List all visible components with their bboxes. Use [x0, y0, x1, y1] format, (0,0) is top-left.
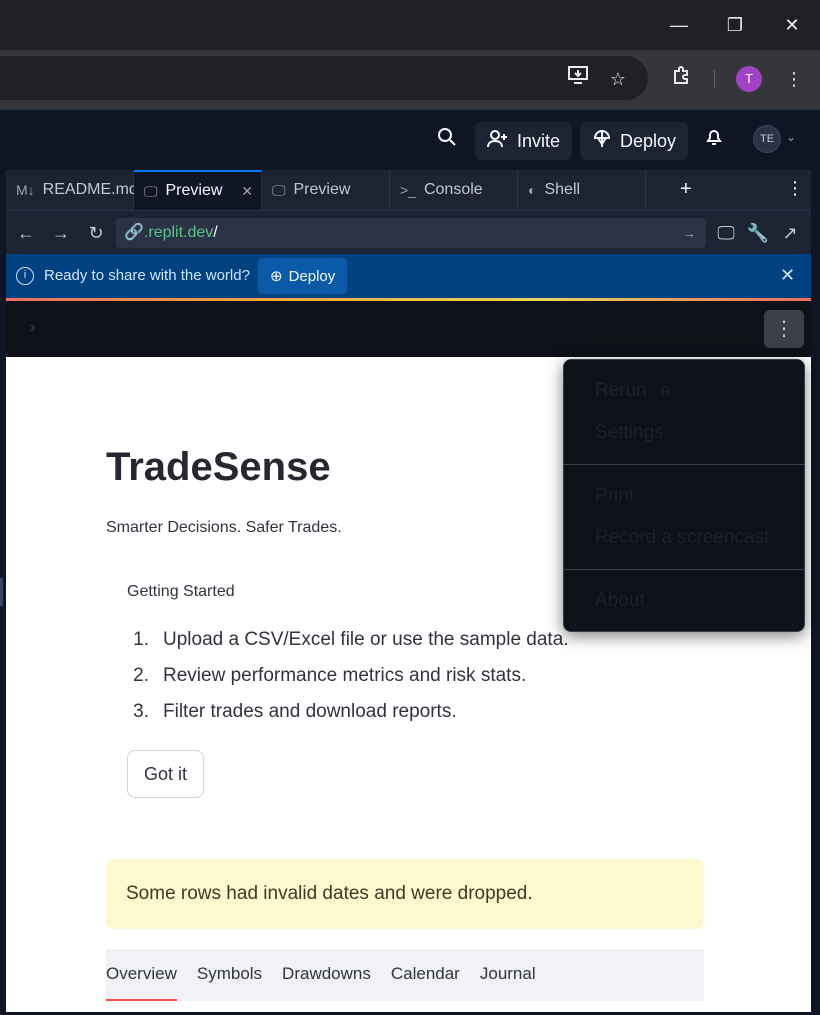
menu-item-rerun[interactable]: Rerun R	[595, 380, 671, 402]
minimize-button[interactable]: —	[664, 10, 694, 40]
page-subtitle: Smarter Decisions. Safer Trades.	[106, 519, 342, 536]
close-window-button[interactable]: ✕	[777, 10, 807, 40]
extensions-icon[interactable]	[668, 65, 696, 93]
banner-message: Ready to share with the world?	[44, 267, 250, 284]
tab-calendar[interactable]: Calendar	[391, 949, 460, 1001]
devices-icon[interactable]: 🖵	[712, 219, 740, 247]
forward-icon[interactable]: →	[47, 219, 75, 247]
workspace-tabs: M↓ README.md 🖵 Preview ✕ 🖵 Preview >_ Co…	[6, 170, 811, 210]
banner-deploy-button[interactable]: ⊕ Deploy	[258, 258, 348, 294]
warning-alert: Some rows had invalid dates and were dro…	[106, 859, 704, 929]
shell-icon: ◐	[528, 182, 537, 198]
menu-item-settings[interactable]: Settings	[595, 422, 664, 444]
shortcut-key: R	[660, 383, 671, 399]
toolbar-divider	[714, 70, 715, 88]
menu-item-print[interactable]: Print	[595, 485, 634, 507]
steps-list: 1. Upload a CSV/Excel file or use the sam…	[127, 629, 569, 737]
deploy-button[interactable]: Deploy	[580, 122, 689, 160]
deploy-banner: i Ready to share with the world? ⊕ Deplo…	[6, 254, 811, 298]
resize-handle[interactable]	[0, 578, 3, 606]
browser-toolbar: ☆ ⋮	[0, 50, 820, 108]
step-text: Review performance metrics and risk stat…	[163, 665, 527, 686]
tab-shell[interactable]: ◐ Shell	[518, 170, 646, 210]
menu-divider	[564, 464, 804, 465]
tab-readme[interactable]: M↓ README.md	[6, 170, 138, 210]
list-item: 2. Review performance metrics and risk st…	[127, 665, 569, 701]
add-user-icon	[487, 129, 509, 154]
open-external-icon[interactable]: ↗	[776, 219, 804, 247]
chevron-down-icon[interactable]: ⌄	[786, 130, 796, 144]
monitor-icon: 🖵	[272, 181, 286, 198]
close-banner-icon[interactable]: ✕	[780, 265, 795, 286]
search-icon[interactable]	[432, 126, 462, 156]
list-item: 1. Upload a CSV/Excel file or use the sam…	[127, 629, 569, 665]
tab-drawdowns[interactable]: Drawdowns	[282, 949, 371, 1001]
step-text: Filter trades and download reports.	[163, 701, 457, 722]
back-icon[interactable]: ←	[12, 219, 40, 247]
install-app-icon[interactable]	[564, 65, 592, 93]
bell-icon[interactable]	[699, 126, 729, 156]
profile-avatar[interactable]: T	[736, 66, 762, 92]
replit-header: Invite Deploy ⌄	[0, 108, 820, 170]
go-arrow-icon[interactable]: →	[682, 218, 696, 248]
app-tabs: Overview Symbols Drawdowns Calendar Jour…	[106, 949, 704, 1001]
user-avatar[interactable]: TE	[753, 125, 781, 153]
preview-urlbar: ← → ↻ 🔗.replit.dev/ → 🖵 🔧 ↗	[6, 210, 811, 254]
app-header: › ⋮	[6, 301, 811, 357]
browser-titlebar: — ❐ ✕	[0, 0, 820, 50]
reload-icon[interactable]: ↻	[82, 219, 110, 247]
tab-label: Preview	[293, 181, 351, 198]
invite-label: Invite	[517, 130, 561, 151]
list-item: 3. Filter trades and download reports.	[127, 701, 569, 737]
url-path: /	[213, 224, 218, 241]
url-domain: .replit.dev	[143, 224, 214, 241]
tab-label: Preview	[165, 182, 223, 199]
deploy-icon	[592, 129, 612, 154]
getting-started-label: Getting Started	[127, 583, 235, 600]
tab-journal[interactable]: Journal	[480, 949, 536, 1001]
close-tab-icon[interactable]: ✕	[241, 183, 253, 200]
link-icon: 🔗	[124, 224, 144, 241]
info-icon: i	[16, 267, 34, 285]
menu-item-label: Rerun	[595, 380, 647, 401]
banner-deploy-label: Deploy	[288, 267, 336, 285]
step-number: 2.	[133, 665, 149, 686]
step-number: 1.	[133, 629, 149, 650]
main-menu-button[interactable]: ⋮	[764, 310, 804, 348]
tab-symbols[interactable]: Symbols	[197, 949, 262, 1001]
tab-preview-active[interactable]: 🖵 Preview ✕	[134, 170, 262, 210]
main-menu-popover: Rerun R Settings Print Record a screencas…	[563, 359, 805, 632]
tab-overview[interactable]: Overview	[106, 949, 177, 1001]
tab-label: README.md	[42, 181, 138, 198]
deploy-label: Deploy	[620, 130, 677, 151]
sidebar-expand-icon[interactable]: ›	[30, 319, 35, 337]
browser-menu-icon[interactable]: ⋮	[780, 65, 808, 93]
tab-preview[interactable]: 🖵 Preview	[262, 170, 390, 210]
maximize-button[interactable]: ❐	[720, 10, 750, 40]
tab-label: Console	[423, 181, 483, 198]
preview-url-input[interactable]: 🔗.replit.dev/ →	[116, 218, 706, 248]
bookmark-star-icon[interactable]: ☆	[604, 65, 632, 93]
address-bar[interactable]	[0, 56, 648, 100]
step-number: 3.	[133, 701, 149, 722]
terminal-icon: >_	[400, 182, 416, 198]
tab-label: Shell	[544, 181, 581, 198]
menu-item-record-screencast[interactable]: Record a screencast	[595, 527, 769, 549]
new-tab-icon[interactable]: +	[680, 178, 692, 201]
invite-button[interactable]: Invite	[475, 122, 573, 160]
deploy-icon: ⊕	[270, 268, 283, 285]
markdown-icon: M↓	[16, 182, 35, 198]
got-it-button[interactable]: Got it	[127, 750, 204, 798]
menu-divider	[564, 569, 804, 570]
tabs-menu-icon[interactable]: ⋮	[786, 178, 804, 199]
step-text: Upload a CSV/Excel file or use the sampl…	[163, 629, 569, 650]
tab-console[interactable]: >_ Console	[390, 170, 518, 210]
monitor-icon: 🖵	[144, 182, 158, 199]
page-title: TradeSense	[106, 445, 331, 489]
wrench-icon[interactable]: 🔧	[744, 219, 772, 247]
menu-item-about[interactable]: About	[595, 590, 645, 612]
